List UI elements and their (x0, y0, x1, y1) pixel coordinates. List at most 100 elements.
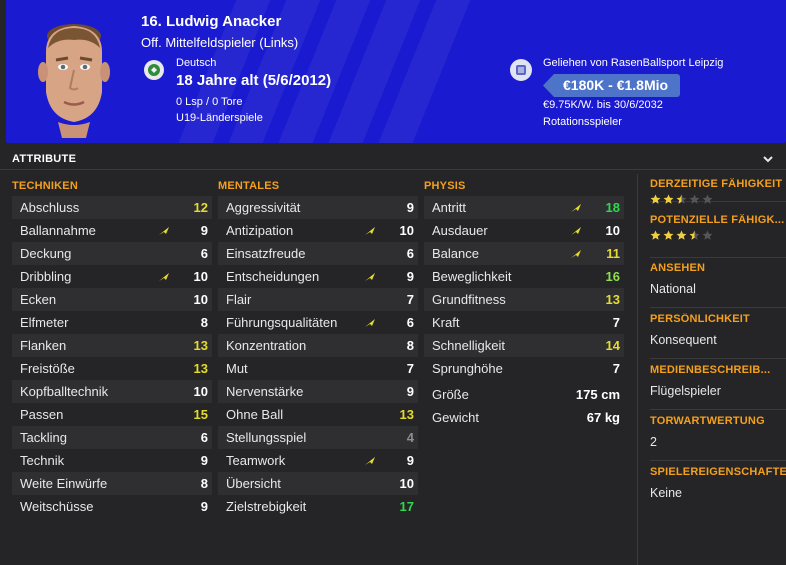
attribute-label: Ballannahme (20, 223, 96, 238)
attribute-row[interactable]: Tackling 6 (12, 426, 212, 449)
potential-ability-label: POTENZIELLE FÄHIGK... (650, 214, 785, 226)
attribute-row[interactable]: Abschluss 12 (12, 196, 212, 219)
attribute-value: 7 (406, 361, 414, 376)
attribute-row[interactable]: Mut 7 (218, 357, 418, 380)
attribute-row[interactable]: Nervenstärke 9 (218, 380, 418, 403)
player-traits-value: Keine (650, 486, 682, 500)
attribute-row[interactable]: Passen 15 (12, 403, 212, 426)
star-icon (702, 194, 713, 204)
attribute-label: Antritt (432, 200, 466, 215)
weight-value: 67 kg (586, 410, 620, 425)
international-level: U19-Länderspiele (176, 112, 263, 124)
attribute-value: 10 (399, 476, 414, 491)
attribute-row[interactable]: Konzentration 8 (218, 334, 418, 357)
attribute-label: Flanken (20, 338, 67, 353)
player-position: Off. Mittelfeldspieler (Links) (141, 35, 299, 50)
attribute-label: Balance (432, 246, 479, 261)
attribute-row[interactable]: Elfmeter 8 (12, 311, 212, 334)
personality-value: Konsequent (650, 333, 717, 347)
star-icon (650, 230, 661, 240)
transfer-value[interactable]: €180K - €1.8Mio (543, 74, 681, 97)
attribute-label: Beweglichkeit (432, 269, 512, 284)
attribute-value: 13 (193, 361, 208, 376)
attribute-value: 13 (193, 338, 208, 353)
attribute-value: 4 (406, 430, 414, 445)
attribute-row[interactable]: Flanken 13 (12, 334, 212, 357)
attribute-row[interactable]: Stellungsspiel 4 (218, 426, 418, 449)
attribute-label: Entscheidungen (226, 269, 320, 284)
potential-ability-section[interactable]: POTENZIELLE FÄHIGK... (650, 214, 786, 258)
personality-label: PERSÖNLICHKEIT (650, 313, 750, 325)
attribute-row[interactable]: Weitschüsse 9 (12, 495, 212, 518)
mental-title: MENTALES (218, 180, 280, 192)
attribute-label: Führungsqualitäten (226, 315, 338, 330)
attribute-row[interactable]: Weite Einwürfe 8 (12, 472, 212, 495)
attribute-row[interactable]: Aggressivität 9 (218, 196, 418, 219)
loan-info[interactable]: Geliehen von RasenBallsport Leipzig (543, 57, 723, 69)
attribute-row[interactable]: Antizipation 10 (218, 219, 418, 242)
personality-section[interactable]: PERSÖNLICHKEIT Konsequent (650, 313, 786, 359)
attribute-row[interactable]: Freistöße 13 (12, 357, 212, 380)
attribute-row[interactable]: Deckung 6 (12, 242, 212, 265)
attribute-row[interactable]: Schnelligkeit 14 (424, 334, 624, 357)
attribute-row[interactable]: Balance 11 (424, 242, 624, 265)
attribute-label: Weite Einwürfe (20, 476, 108, 491)
attribute-label: Deckung (20, 246, 72, 261)
attribute-row[interactable]: Ausdauer 10 (424, 219, 624, 242)
reputation-section: ANSEHEN National (650, 262, 786, 308)
attribute-label: Elfmeter (20, 315, 69, 330)
attribute-row[interactable]: Kopfballtechnik 10 (12, 380, 212, 403)
attribute-row[interactable]: Teamwork 9 (218, 449, 418, 472)
arrow-up-icon (159, 227, 169, 235)
attribute-row[interactable]: Übersicht 10 (218, 472, 418, 495)
star-icon (663, 194, 674, 204)
attribute-value: 15 (193, 407, 208, 422)
attribute-row[interactable]: Entscheidungen 9 (218, 265, 418, 288)
current-ability-section[interactable]: DERZEITIGE FÄHIGKEIT (650, 178, 786, 204)
flag-icon[interactable] (144, 60, 164, 80)
attribute-row[interactable]: Technik 9 (12, 449, 212, 472)
attribute-row[interactable]: Ballannahme 9 (12, 219, 212, 242)
club-crest-icon[interactable] (510, 59, 532, 81)
attribute-label: Aggressivität (226, 200, 301, 215)
attribute-row[interactable]: Antritt 18 (424, 196, 624, 219)
attribute-row[interactable]: Einsatzfreude 6 (218, 242, 418, 265)
attribute-row[interactable]: Sprunghöhe 7 (424, 357, 624, 380)
attribute-label: Kraft (432, 315, 460, 330)
attribute-row[interactable]: Flair 7 (218, 288, 418, 311)
attribute-label: Zielstrebigkeit (226, 499, 307, 514)
attribute-value: 11 (606, 246, 620, 261)
star-icon (663, 230, 674, 240)
attribute-row[interactable]: Grundfitness 13 (424, 288, 624, 311)
attribute-row[interactable]: Ecken 10 (12, 288, 212, 311)
height-value: 175 cm (575, 387, 620, 402)
attribute-row[interactable]: Beweglichkeit 16 (424, 265, 624, 288)
technical-attributes: Abschluss 12 Ballannahme 9 Deckung 6 Dribbling… (12, 196, 212, 518)
player-traits-label: SPIELEREIGENSCHAFTEN (650, 466, 786, 478)
attribute-value: 6 (200, 246, 208, 261)
height-label: Größe (432, 387, 469, 402)
arrow-up-icon (159, 273, 169, 281)
attribute-value: 10 (193, 292, 208, 307)
attribute-label: Antizipation (226, 223, 294, 238)
chevron-down-icon[interactable] (760, 152, 776, 166)
attribute-row[interactable]: Kraft 7 (424, 311, 624, 334)
attribute-value: 7 (612, 361, 620, 376)
attribute-row[interactable]: Führungsqualitäten 6 (218, 311, 418, 334)
attributes-header[interactable]: ATTRIBUTE (0, 148, 786, 170)
wage-contract: €9.75K/W. bis 30/6/2032 (543, 99, 663, 111)
attribute-row[interactable]: Ohne Ball 13 (218, 403, 418, 426)
arrow-up-icon (365, 273, 375, 281)
arrow-up-icon (571, 227, 581, 235)
player-traits-section[interactable]: SPIELEREIGENSCHAFTEN Keine (650, 466, 786, 512)
attribute-row[interactable]: Dribbling 10 (12, 265, 212, 288)
weight-row: Gewicht 67 kg (424, 406, 624, 429)
attribute-value: 14 (605, 338, 620, 353)
arrow-up-icon (365, 227, 375, 235)
media-description-section[interactable]: MEDIENBESCHREIB... Flügelspieler (650, 364, 786, 410)
nationality[interactable]: Deutsch (176, 57, 216, 69)
attribute-label: Einsatzfreude (226, 246, 306, 261)
attribute-row[interactable]: Zielstrebigkeit 17 (218, 495, 418, 518)
keeper-rating-value: 2 (650, 435, 657, 449)
attribute-label: Konzentration (226, 338, 307, 353)
